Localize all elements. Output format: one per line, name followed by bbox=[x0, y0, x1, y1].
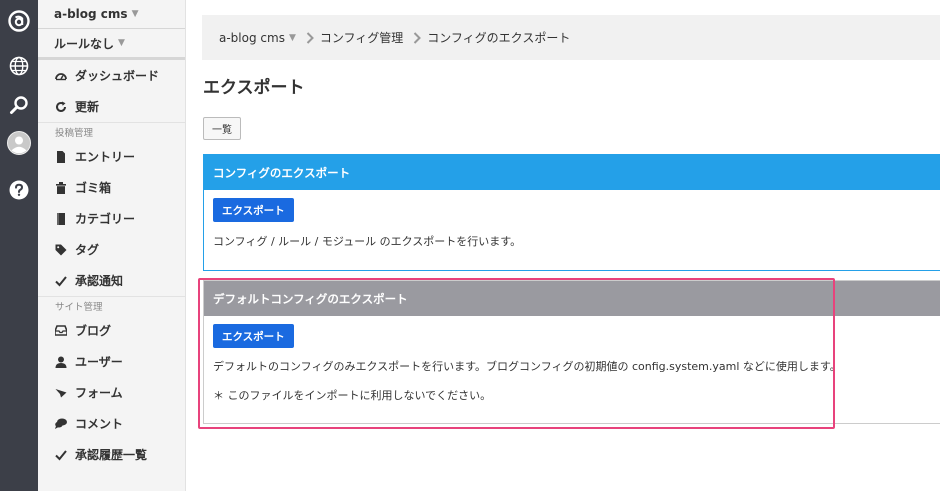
site-select-label: a-blog cms bbox=[54, 7, 128, 21]
sidebar-item-label: 承認履歴一覧 bbox=[75, 448, 148, 462]
breadcrumb-config-export: コンフィグのエクスポート bbox=[427, 31, 571, 45]
sidebar-item-dashboard[interactable]: ダッシュボード bbox=[38, 60, 185, 91]
breadcrumb: a-blog cms ▼ コンフィグ管理 コンフィグのエクスポート bbox=[202, 15, 940, 60]
sidebar-item-label: コメント bbox=[75, 417, 124, 431]
main-content: a-blog cms ▼ コンフィグ管理 コンフィグのエクスポート エクスポート… bbox=[186, 0, 940, 491]
section-heading-site: サイト管理 bbox=[38, 296, 185, 315]
sidebar-item-label: ブログ bbox=[75, 324, 112, 338]
help-icon[interactable] bbox=[6, 177, 32, 203]
caret-down-icon: ▼ bbox=[131, 9, 139, 19]
sidebar-item-entry[interactable]: エントリー bbox=[38, 141, 185, 172]
inbox-icon bbox=[55, 325, 67, 337]
sidebar-item-user[interactable]: ユーザー bbox=[38, 346, 185, 377]
section-heading-post: 投稿管理 bbox=[38, 122, 185, 141]
sidebar-item-label: タグ bbox=[75, 243, 100, 257]
export-default-button[interactable]: エクスポート bbox=[213, 324, 294, 348]
globe-icon[interactable] bbox=[6, 53, 32, 79]
sidebar-item-approval-history[interactable]: 承認履歴一覧 bbox=[38, 439, 185, 470]
sidebar-item-tag[interactable]: タグ bbox=[38, 234, 185, 265]
search-icon[interactable] bbox=[6, 92, 32, 118]
panel-title: デフォルトコンフィグのエクスポート bbox=[204, 281, 940, 316]
export-button[interactable]: エクスポート bbox=[213, 198, 294, 222]
dashboard-icon bbox=[55, 70, 67, 82]
page-title: エクスポート bbox=[203, 78, 305, 98]
sidebar-item-label: フォーム bbox=[75, 386, 123, 400]
ablogcms-logo-icon[interactable] bbox=[6, 8, 32, 34]
sidebar-item-update[interactable]: 更新 bbox=[38, 91, 185, 122]
chevron-right-icon bbox=[306, 31, 314, 44]
icon-rail bbox=[0, 0, 38, 491]
caret-down-icon: ▼ bbox=[118, 38, 125, 48]
check-icon bbox=[55, 275, 67, 287]
user-icon bbox=[55, 356, 67, 368]
sidebar-item-label: 更新 bbox=[75, 100, 100, 114]
list-button[interactable]: 一覧 bbox=[203, 117, 241, 140]
sidebar: a-blog cms ▼ ルールなし ▼ ダッシュボード 更新 投稿管理 エント… bbox=[38, 0, 186, 491]
sidebar-item-label: 承認通知 bbox=[75, 274, 124, 288]
sidebar-item-category[interactable]: カテゴリー bbox=[38, 203, 185, 234]
chevron-right-icon bbox=[413, 31, 422, 44]
avatar[interactable] bbox=[6, 130, 32, 156]
breadcrumb-site[interactable]: a-blog cms bbox=[219, 31, 285, 45]
caret-down-icon[interactable]: ▼ bbox=[289, 33, 296, 43]
panel-description: コンフィグ / ルール / モジュール のエクスポートを行います。 bbox=[213, 235, 522, 248]
sidebar-item-label: ダッシュボード bbox=[75, 69, 160, 83]
sidebar-item-label: ユーザー bbox=[75, 355, 123, 369]
document-icon bbox=[55, 150, 67, 163]
check-icon bbox=[55, 449, 67, 461]
refresh-icon bbox=[55, 101, 67, 113]
tag-icon bbox=[55, 244, 67, 256]
sidebar-item-comment[interactable]: コメント bbox=[38, 408, 185, 439]
sidebar-item-label: ゴミ箱 bbox=[75, 181, 112, 195]
sidebar-item-trash[interactable]: ゴミ箱 bbox=[38, 172, 185, 203]
sidebar-item-label: カテゴリー bbox=[75, 212, 136, 226]
rule-select[interactable]: ルールなし ▼ bbox=[38, 29, 185, 58]
comment-icon bbox=[55, 418, 67, 430]
form-icon bbox=[55, 387, 67, 399]
sidebar-item-approval-notice[interactable]: 承認通知 bbox=[38, 265, 185, 296]
default-config-export-panel: デフォルトコンフィグのエクスポート エクスポート デフォルトのコンフィグのみエク… bbox=[203, 280, 940, 424]
book-icon bbox=[55, 212, 67, 225]
sidebar-item-form[interactable]: フォーム bbox=[38, 377, 185, 408]
rule-select-label: ルールなし bbox=[54, 36, 115, 51]
sidebar-item-blog[interactable]: ブログ bbox=[38, 315, 185, 346]
trash-icon bbox=[55, 181, 67, 194]
config-export-panel: コンフィグのエクスポート エクスポート コンフィグ / ルール / モジュール … bbox=[203, 154, 940, 271]
sidebar-item-label: エントリー bbox=[75, 150, 136, 164]
site-select[interactable]: a-blog cms ▼ bbox=[38, 0, 185, 29]
breadcrumb-config-management[interactable]: コンフィグ管理 bbox=[320, 29, 403, 46]
panel-title: コンフィグのエクスポート bbox=[204, 155, 940, 190]
panel-note: ＊ このファイルをインポートに利用しないでください。 bbox=[213, 389, 492, 402]
panel-description: デフォルトのコンフィグのみエクスポートを行います。ブログコンフィグの初期値の c… bbox=[213, 360, 841, 373]
